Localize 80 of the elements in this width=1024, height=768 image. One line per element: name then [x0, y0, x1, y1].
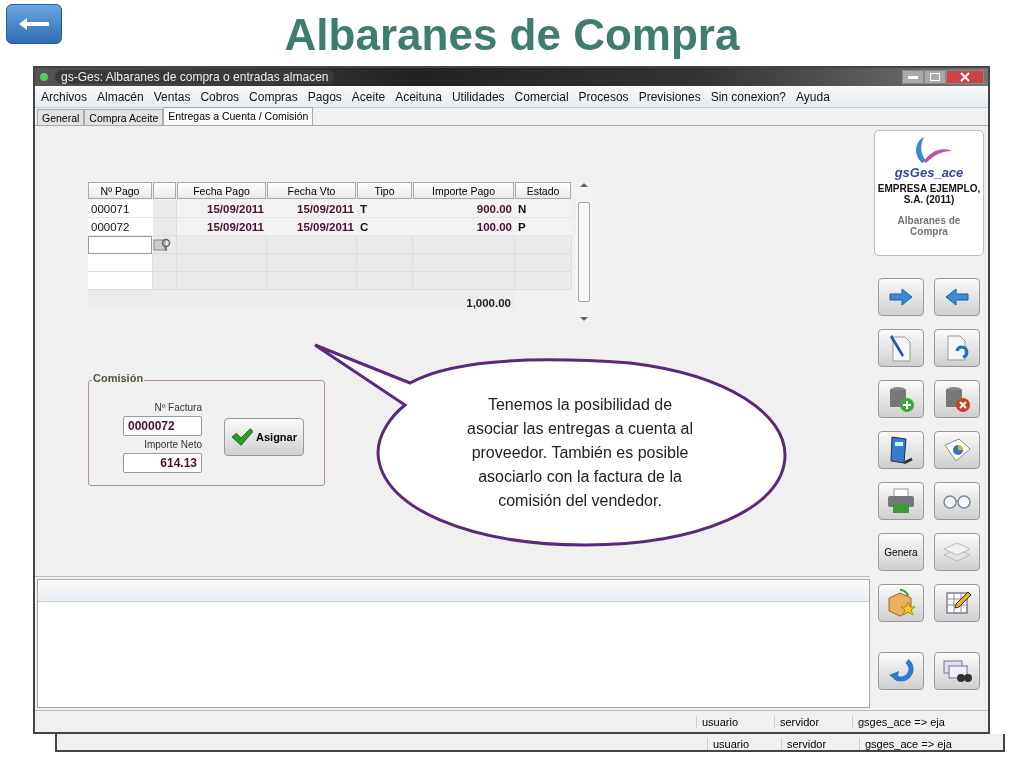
scrollbar[interactable]	[576, 182, 592, 322]
status-text: servidor	[781, 738, 859, 750]
table-cell	[88, 272, 153, 290]
status-text: gsges_ace => eja	[859, 738, 979, 750]
checkmark-icon	[231, 427, 254, 447]
column-header[interactable]	[153, 182, 176, 199]
callout-text: Tenemos la posibilidad de asociar las entregas a cuenta al proveedor. También es posible asociarlo con la factura de la comisión del vendedor.	[466, 395, 694, 511]
column-header[interactable]: Fecha Vto	[267, 182, 356, 199]
menu-item[interactable]: Cobros	[200, 89, 240, 104]
minimize-button[interactable]	[902, 70, 924, 84]
menu-item[interactable]: Utilidades	[451, 89, 505, 104]
maximize-icon	[930, 73, 940, 81]
status-text: gsges_ace => eja	[852, 715, 970, 728]
toolbar-button[interactable]	[878, 431, 924, 469]
column-header[interactable]: Tipo	[357, 182, 412, 199]
windows-binoculars-icon	[942, 658, 972, 684]
menu-item[interactable]: Aceituna	[395, 89, 442, 104]
menu-item[interactable]: Comercial	[514, 89, 569, 104]
tab[interactable]: Compra Aceite	[84, 109, 164, 125]
menu-item[interactable]: Pagos	[307, 89, 342, 104]
app-icon	[39, 72, 49, 82]
table-cell: 000071	[88, 200, 153, 218]
table-cell	[153, 272, 177, 290]
input-field[interactable]	[88, 236, 152, 254]
slide-title: Albaranes de Compra	[284, 9, 740, 61]
box-star-icon	[886, 588, 916, 618]
status-text: usuario	[696, 715, 774, 728]
document-undo-icon	[945, 333, 969, 363]
toolbar-button[interactable]	[934, 652, 980, 690]
calculator-icon	[888, 435, 914, 465]
status-text: servidor	[774, 715, 852, 728]
printer-icon	[886, 488, 916, 514]
status-text: usuario	[707, 738, 781, 750]
scroll-up-icon	[580, 182, 588, 187]
document-pen-icon	[889, 333, 913, 363]
group-legend: Comisión	[92, 372, 145, 384]
database-delete-icon	[943, 385, 971, 413]
glasses-icon	[942, 492, 972, 510]
arrow-right-icon	[888, 288, 914, 306]
menu-item[interactable]: Previsiones	[638, 89, 701, 104]
input-field[interactable]: 0000072	[123, 415, 202, 436]
menu-item[interactable]: Compras	[249, 89, 298, 104]
column-header[interactable]: Importe Pago	[413, 182, 514, 199]
menu-item[interactable]: Aceite	[351, 89, 386, 104]
table-cell	[88, 254, 153, 272]
toolbar-button[interactable]	[878, 329, 924, 367]
scroll-down-icon	[580, 317, 588, 322]
field-label: Nº Factura	[154, 401, 202, 413]
table-cell: 000072	[88, 218, 153, 236]
menu-item[interactable]: Ventas	[153, 89, 191, 104]
window-title: gs-Ges: Albaranes de compra o entradas almacen	[55, 70, 335, 84]
company-name: EMPRESA EJEMPLO, S.A. (2011)	[877, 183, 981, 205]
field-label: Importe Neto	[144, 438, 202, 450]
minimize-icon	[908, 75, 918, 79]
search-key-icon[interactable]	[153, 237, 171, 252]
database-add-icon	[887, 385, 915, 413]
back-button[interactable]	[6, 4, 62, 44]
column-header[interactable]: Nº Pago	[88, 182, 152, 199]
menu-item[interactable]: Archivos	[41, 89, 87, 104]
column-header[interactable]: Fecha Pago	[177, 182, 266, 199]
total-amount: 1,000.00	[88, 290, 515, 308]
menu-item[interactable]: Ayuda	[796, 89, 830, 104]
close-icon	[960, 72, 970, 82]
column-header[interactable]: Estado	[515, 182, 571, 199]
assign-button[interactable]: Asignar	[224, 418, 304, 456]
module-name: Albaranes de Compra	[896, 215, 962, 237]
chart-report-icon	[942, 437, 972, 463]
menu-item[interactable]: Sin conexion?	[710, 89, 787, 104]
input-field[interactable]: 614.13	[123, 452, 202, 473]
generate-button[interactable]: Genera	[878, 533, 924, 571]
logo-text: gsGes_ace	[894, 165, 964, 180]
arrow-left-icon	[944, 288, 970, 306]
tab[interactable]: Entregas a Cuenta / Comisión	[163, 107, 314, 125]
close-button[interactable]	[946, 70, 984, 84]
table-cell	[153, 200, 177, 218]
menu-item[interactable]: Almacén	[97, 89, 144, 104]
maximize-button[interactable]	[924, 70, 946, 84]
arrow-left-icon	[17, 16, 51, 32]
menu-item[interactable]: Procesos	[578, 89, 629, 104]
tab[interactable]: General	[37, 109, 85, 125]
